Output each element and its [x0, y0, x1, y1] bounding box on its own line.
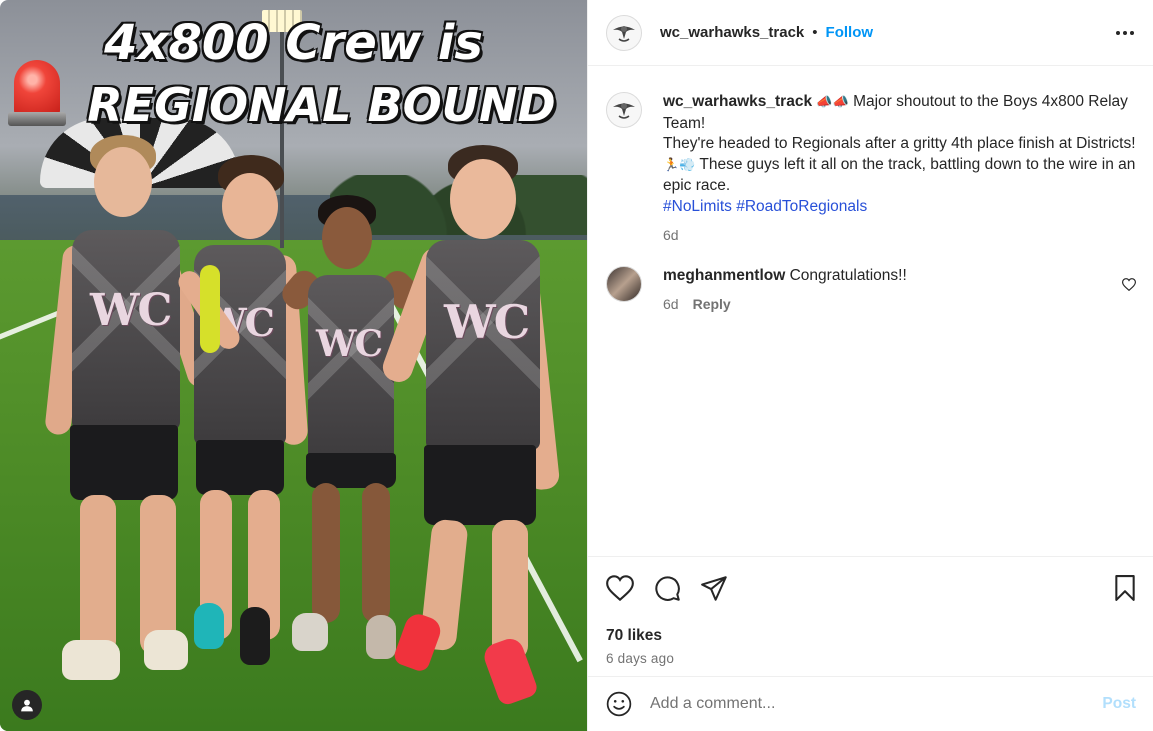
- headline-line-1: 4x800 Crew is: [104, 15, 483, 71]
- comment-time[interactable]: 6d: [663, 294, 679, 315]
- post-header: wc_warhawks_track • Follow: [588, 0, 1153, 66]
- commenter-avatar[interactable]: [606, 265, 642, 302]
- runner-4: WC: [378, 145, 570, 707]
- caption-username[interactable]: wc_warhawks_track: [663, 93, 812, 110]
- comment-composer: Post: [588, 676, 1153, 731]
- more-icon[interactable]: [1115, 30, 1135, 36]
- user-tag-icon[interactable]: [12, 690, 42, 720]
- caption-text-3: These guys left it all on the track, bat…: [663, 155, 1136, 195]
- post-modal: WC WC WC WC 4x800 Crew is REGIONAL BOUND…: [0, 0, 1153, 731]
- caption: wc_warhawks_track 📣📣 Major shoutout to t…: [606, 92, 1136, 246]
- emoji-icon[interactable]: [606, 691, 632, 717]
- caption-time[interactable]: 6d: [663, 225, 679, 246]
- heart-icon[interactable]: [606, 575, 634, 601]
- jersey-logo: WC: [90, 285, 172, 336]
- comment-item: meghanmentlow Congratulations!! 6d Reply: [606, 265, 1137, 315]
- small-heart-icon[interactable]: [1121, 277, 1137, 296]
- warhawk-logo[interactable]: [606, 14, 642, 51]
- comment-username[interactable]: meghanmentlow: [663, 267, 785, 284]
- share-icon[interactable]: [701, 575, 728, 601]
- headline-line-2: REGIONAL BOUND: [87, 78, 556, 132]
- follow-button[interactable]: Follow: [826, 24, 874, 41]
- comment-input[interactable]: [650, 695, 1103, 713]
- separator-dot: •: [812, 24, 818, 41]
- reply-button[interactable]: Reply: [693, 294, 731, 315]
- likes-count[interactable]: 70 likes: [606, 627, 1136, 645]
- post-side-panel: wc_warhawks_track • Follow wc_warhawks_t…: [587, 0, 1153, 731]
- comment-icon[interactable]: [654, 575, 681, 602]
- comments-area: wc_warhawks_track 📣📣 Major shoutout to t…: [588, 66, 1153, 556]
- hashtag-nolimits[interactable]: #NoLimits: [663, 198, 732, 215]
- posted-time: 6 days ago: [606, 651, 675, 666]
- jersey-logo: WC: [316, 323, 383, 365]
- post-button[interactable]: Post: [1102, 695, 1136, 713]
- comment-text: Congratulations!!: [789, 266, 907, 284]
- post-photo: WC WC WC WC 4x800 Crew is REGIONAL BOUND: [0, 0, 587, 731]
- header-username[interactable]: wc_warhawks_track: [660, 24, 804, 41]
- caption-text-2: They're headed to Regionals after a grit…: [663, 135, 1136, 152]
- caption-avatar[interactable]: [606, 92, 642, 128]
- hashtag-roadtoregionals[interactable]: #RoadToRegionals: [736, 198, 867, 215]
- megaphone-emoji: 📣📣: [816, 95, 849, 110]
- jersey-logo: WC: [444, 295, 530, 349]
- action-bar: 70 likes 6 days ago: [588, 556, 1153, 676]
- runner-2: WC: [170, 155, 310, 675]
- bookmark-icon[interactable]: [1114, 575, 1136, 601]
- photo-headline: 4x800 Crew is REGIONAL BOUND: [0, 14, 587, 134]
- runner-emoji: 🏃💨: [663, 157, 696, 173]
